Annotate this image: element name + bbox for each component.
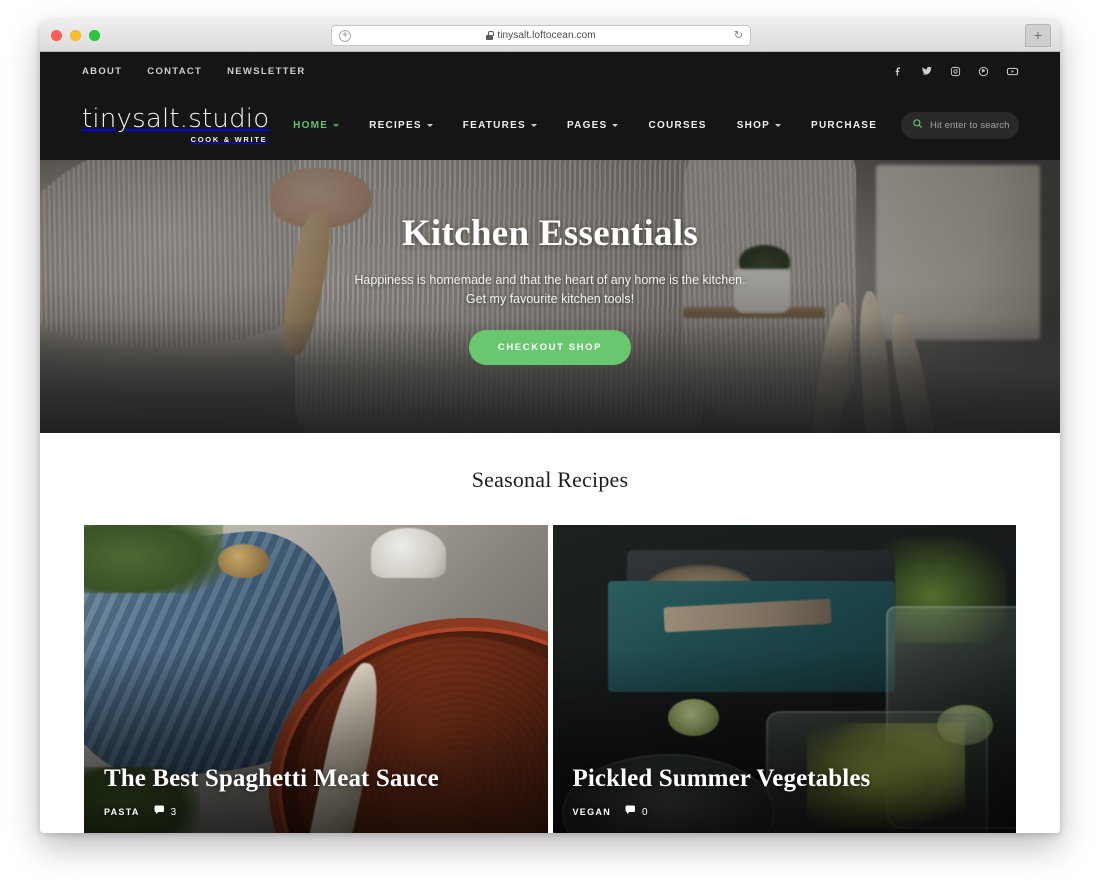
page-viewport: ABOUT CONTACT NEWSLETTER tinysalt.studio… — [40, 52, 1060, 833]
twitter-icon[interactable] — [921, 65, 933, 77]
recipe-comment-count[interactable]: 0 — [625, 805, 648, 819]
nav-label-pages: PAGES — [566, 119, 608, 131]
main-header-bar: tinysalt.studio COOK & WRITE HOME RECIPE… — [40, 90, 1060, 160]
recipe-comment-number: 3 — [170, 806, 177, 818]
chevron-down-icon — [612, 124, 619, 127]
hero-subtitle: Happiness is homemade and that the heart… — [40, 271, 1060, 309]
logo-name: tinysalt.studio — [82, 104, 270, 135]
chevron-down-icon — [530, 124, 537, 127]
lock-icon — [486, 31, 494, 40]
nav-label-shop: SHOP — [736, 119, 771, 131]
logo-tagline: COOK & WRITE — [190, 135, 268, 145]
recipe-category[interactable]: PASTA — [104, 807, 140, 817]
nav-item-pages[interactable]: PAGES — [567, 120, 619, 131]
recipe-meta: VEGAN 0 — [573, 805, 999, 819]
address-bar[interactable]: + tinysalt.loftocean.com ↻ — [331, 25, 751, 46]
browser-window: + tinysalt.loftocean.com ↻ + ABOUT CONTA… — [40, 20, 1060, 833]
pinterest-icon[interactable] — [978, 66, 989, 77]
nav-label-purchase: PURCHASE — [811, 119, 878, 131]
recipe-category[interactable]: VEGAN — [573, 807, 612, 817]
nav-label-home: HOME — [293, 119, 329, 131]
hero-subtitle-line-1: Happiness is homemade and that the heart… — [354, 273, 746, 287]
section-title: Seasonal Recipes — [471, 467, 629, 492]
recipe-card[interactable]: The Best Spaghetti Meat Sauce PASTA 3 — [84, 525, 548, 833]
recipe-comment-count[interactable]: 3 — [154, 805, 177, 819]
recipe-title[interactable]: Pickled Summer Vegetables — [573, 765, 999, 794]
facebook-icon[interactable] — [893, 66, 904, 77]
site-logo[interactable]: tinysalt.studio COOK & WRITE — [82, 106, 269, 144]
nav-label-recipes: RECIPES — [369, 119, 422, 131]
page-actions-icon[interactable]: + — [339, 29, 351, 42]
nav-item-recipes[interactable]: RECIPES — [369, 120, 433, 131]
nav-item-purchase[interactable]: PURCHASE — [811, 120, 877, 131]
recipe-comment-number: 0 — [642, 806, 648, 818]
comment-bubble-icon — [154, 805, 166, 819]
browser-toolbar: + tinysalt.loftocean.com ↻ + — [40, 20, 1060, 52]
chevron-down-icon — [775, 124, 782, 127]
recipe-card-body: The Best Spaghetti Meat Sauce PASTA 3 — [104, 765, 530, 819]
reload-icon[interactable]: ↻ — [734, 30, 743, 41]
hero-content: Kitchen Essentials Happiness is homemade… — [40, 160, 1060, 365]
close-window-button[interactable] — [51, 30, 62, 41]
window-controls — [51, 30, 100, 41]
hero-banner: Kitchen Essentials Happiness is homemade… — [40, 160, 1060, 433]
hero-subtitle-line-2: Get my favourite kitchen tools! — [465, 292, 635, 306]
recipe-title[interactable]: The Best Spaghetti Meat Sauce — [104, 765, 530, 794]
recipe-meta: PASTA 3 — [104, 805, 530, 819]
site-header: ABOUT CONTACT NEWSLETTER tinysalt.studio… — [40, 52, 1060, 160]
hero-title: Kitchen Essentials — [401, 213, 699, 254]
social-links — [893, 65, 1019, 78]
recipe-card-body: Pickled Summer Vegetables VEGAN 0 — [573, 765, 999, 819]
nav-item-features[interactable]: FEATURES — [463, 120, 537, 131]
instagram-icon[interactable] — [950, 66, 961, 77]
topbar-link-about[interactable]: ABOUT — [82, 66, 122, 77]
main-content: Seasonal Recipes The Best Spaghetti Meat… — [40, 433, 1060, 833]
chevron-down-icon — [426, 124, 433, 127]
utility-links: ABOUT CONTACT NEWSLETTER — [82, 66, 306, 77]
nav-item-shop[interactable]: SHOP — [736, 119, 782, 131]
top-utility-bar: ABOUT CONTACT NEWSLETTER — [40, 52, 1060, 90]
comment-bubble-icon — [625, 805, 637, 819]
recipe-grid: The Best Spaghetti Meat Sauce PASTA 3 Pi… — [40, 525, 1060, 833]
checkout-shop-button[interactable]: CHECKOUT SHOP — [468, 330, 632, 365]
url-text: tinysalt.loftocean.com — [497, 30, 596, 41]
nav-label-features: FEATURES — [462, 119, 526, 131]
topbar-link-newsletter[interactable]: NEWSLETTER — [227, 66, 305, 77]
chevron-down-icon — [333, 124, 340, 127]
search-icon — [912, 116, 923, 134]
search-box[interactable]: Hit enter to search — [900, 111, 1019, 139]
recipe-card[interactable]: Pickled Summer Vegetables VEGAN 0 — [552, 525, 1016, 833]
nav-item-courses[interactable]: COURSES — [648, 120, 706, 131]
minimize-window-button[interactable] — [70, 30, 81, 41]
nav-label-courses: COURSES — [648, 119, 707, 131]
youtube-icon[interactable] — [1006, 65, 1019, 78]
nav-item-home[interactable]: HOME — [293, 119, 340, 131]
primary-navigation: HOME RECIPES FEATURES PAGES COURSES SHOP… — [293, 120, 877, 131]
topbar-link-contact[interactable]: CONTACT — [147, 66, 202, 77]
search-input[interactable]: Hit enter to search — [930, 120, 1010, 131]
new-tab-button[interactable]: + — [1025, 24, 1051, 47]
maximize-window-button[interactable] — [89, 30, 100, 41]
